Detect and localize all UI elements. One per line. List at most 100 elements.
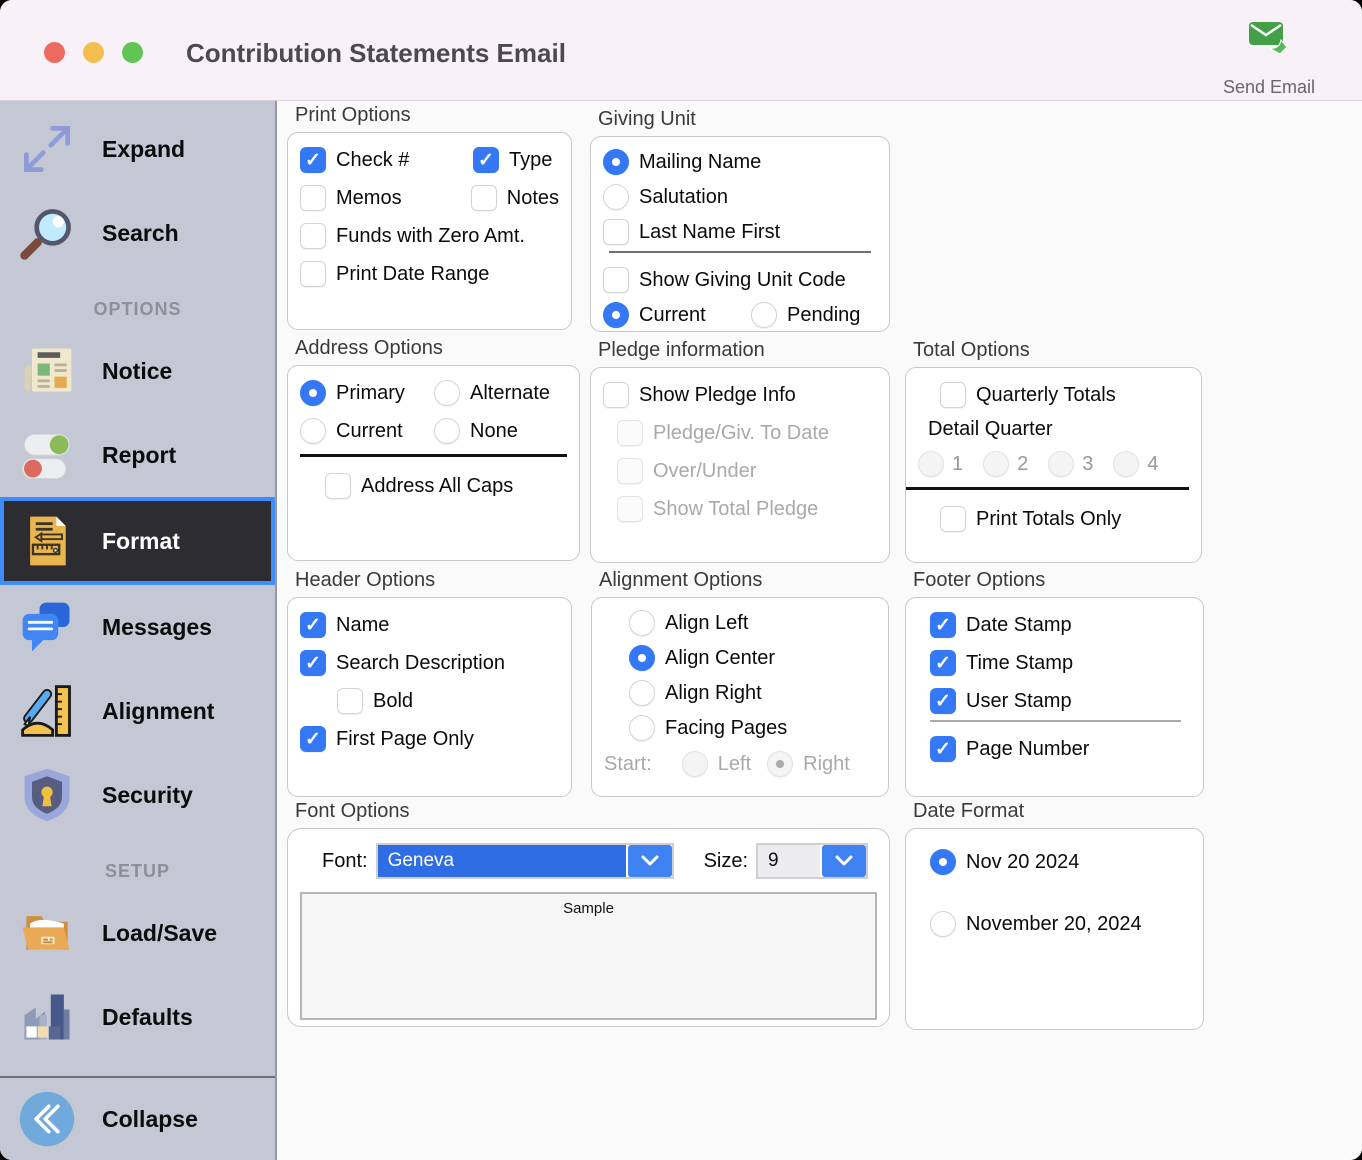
sidebar-item-format[interactable]: Format xyxy=(0,497,275,585)
checkbox-notes[interactable]: ✓ xyxy=(471,185,497,211)
checkbox-label: Funds with Zero Amt. xyxy=(336,225,525,248)
chevron-down-icon xyxy=(628,845,672,877)
sidebar-item-security[interactable]: Security xyxy=(0,753,275,837)
start-label: Start: xyxy=(604,753,652,776)
checkbox-user-stamp[interactable]: ✓ xyxy=(930,688,956,714)
checkbox-label: Type xyxy=(509,149,552,172)
radio-label: None xyxy=(470,420,518,443)
checkbox-date-stamp[interactable]: ✓ xyxy=(930,612,956,638)
radio-align-left[interactable] xyxy=(629,610,655,636)
checkbox-label: Show Pledge Info xyxy=(639,384,796,407)
panel-pledge-information: Pledge information ✓ Show Pledge Info ✓ … xyxy=(590,339,890,563)
sidebar-item-defaults[interactable]: Defaults xyxy=(0,975,275,1059)
radio-facing-pages[interactable] xyxy=(629,715,655,741)
checkbox-address-all-caps[interactable]: ✓ xyxy=(325,473,351,499)
sidebar-section-options: OPTIONS xyxy=(0,289,275,329)
drafting-tools-icon xyxy=(14,678,80,744)
radio-current-address[interactable] xyxy=(300,418,326,444)
sidebar-item-notice[interactable]: Notice xyxy=(0,329,275,413)
panel-giving-unit: Giving Unit Mailing Name Salutation ✓ La… xyxy=(590,108,890,332)
divider xyxy=(300,454,567,457)
zoom-window-button[interactable] xyxy=(122,42,143,63)
checkbox-check-num[interactable]: ✓ xyxy=(300,147,326,173)
radio-primary-address[interactable] xyxy=(300,380,326,406)
radio-label: Pending xyxy=(787,304,860,327)
checkbox-show-total-pledge[interactable]: ✓ xyxy=(617,496,643,522)
panel-footer-options: Footer Options ✓ Date Stamp ✓ Time Stamp… xyxy=(905,569,1204,797)
sidebar-item-label: Security xyxy=(102,782,193,809)
checkbox-pledge-giv-to-date[interactable]: ✓ xyxy=(617,420,643,446)
checkbox-last-name-first[interactable]: ✓ xyxy=(603,219,629,245)
checkbox-label: First Page Only xyxy=(336,728,474,751)
radio-label: Align Center xyxy=(665,647,775,670)
newspaper-icon xyxy=(14,338,80,404)
checkbox-label: Bold xyxy=(373,690,413,713)
panel-title: Pledge information xyxy=(598,339,890,362)
checkbox-show-giving-unit-code[interactable]: ✓ xyxy=(603,267,629,293)
checkbox-page-number[interactable]: ✓ xyxy=(930,736,956,762)
divider xyxy=(930,720,1181,722)
checkbox-label: Search Description xyxy=(336,652,505,675)
radio-current-unit[interactable] xyxy=(603,302,629,328)
sidebar-item-messages[interactable]: Messages xyxy=(0,585,275,669)
panel-address-options: Address Options Primary Alternate Cu xyxy=(287,337,580,561)
radio-start-right[interactable] xyxy=(767,751,793,777)
radio-mailing-name[interactable] xyxy=(603,149,629,175)
radio-label: Nov 20 2024 xyxy=(966,851,1079,874)
checkbox-memos[interactable]: ✓ xyxy=(300,185,326,211)
app-window: Contribution Statements Email Send Email xyxy=(0,0,1362,1160)
panel-header-options: Header Options ✓ Name ✓ Search Descripti… xyxy=(287,569,572,797)
radio-align-right[interactable] xyxy=(629,680,655,706)
minimize-window-button[interactable] xyxy=(83,42,104,63)
checkbox-label: Quarterly Totals xyxy=(976,384,1116,407)
checkbox-quarterly-totals[interactable]: ✓ xyxy=(940,382,966,408)
checkbox-show-pledge-info[interactable]: ✓ xyxy=(603,382,629,408)
sidebar-item-expand[interactable]: Expand xyxy=(0,107,275,191)
radio-label: November 20, 2024 xyxy=(966,913,1142,936)
radio-date-short[interactable] xyxy=(930,849,956,875)
checkbox-time-stamp[interactable]: ✓ xyxy=(930,650,956,676)
radio-align-center[interactable] xyxy=(629,645,655,671)
radio-label: 1 xyxy=(952,453,963,476)
sidebar-item-load-save[interactable]: Load/Save xyxy=(0,891,275,975)
close-window-button[interactable] xyxy=(44,42,65,63)
radio-label: Mailing Name xyxy=(639,151,761,174)
send-email-label: Send Email xyxy=(1223,77,1315,98)
checkbox-name[interactable]: ✓ xyxy=(300,612,326,638)
sidebar-collapse-button[interactable]: Collapse xyxy=(0,1078,275,1160)
checkbox-search-description[interactable]: ✓ xyxy=(300,650,326,676)
radio-quarter-2[interactable] xyxy=(983,451,1009,477)
radio-quarter-4[interactable] xyxy=(1113,451,1139,477)
panel-title: Alignment Options xyxy=(599,569,889,592)
panel-title: Header Options xyxy=(295,569,572,592)
checkbox-print-date-range[interactable]: ✓ xyxy=(300,261,326,287)
radio-date-long[interactable] xyxy=(930,911,956,937)
radio-quarter-1[interactable] xyxy=(918,451,944,477)
sidebar-item-alignment[interactable]: Alignment xyxy=(0,669,275,753)
font-select[interactable]: Geneva xyxy=(376,843,674,879)
checkbox-funds-zero[interactable]: ✓ xyxy=(300,223,326,249)
sidebar-item-search[interactable]: Search xyxy=(0,191,275,275)
checkbox-bold[interactable]: ✓ xyxy=(337,688,363,714)
radio-label: 2 xyxy=(1017,453,1028,476)
panel-title: Date Format xyxy=(913,800,1204,823)
radio-pending-unit[interactable] xyxy=(751,302,777,328)
checkbox-first-page-only[interactable]: ✓ xyxy=(300,726,326,752)
send-email-button[interactable]: Send Email xyxy=(1204,18,1334,98)
search-icon xyxy=(14,200,80,266)
sidebar-item-report[interactable]: Report xyxy=(0,413,275,497)
checkbox-label: Last Name First xyxy=(639,221,780,244)
checkbox-label: Notes xyxy=(507,187,559,210)
size-select[interactable]: 9 xyxy=(756,843,868,879)
checkbox-type[interactable]: ✓ xyxy=(473,147,499,173)
radio-none-address[interactable] xyxy=(434,418,460,444)
checkbox-over-under[interactable]: ✓ xyxy=(617,458,643,484)
checkbox-label: Print Totals Only xyxy=(976,508,1121,531)
radio-start-left[interactable] xyxy=(682,751,708,777)
radio-quarter-3[interactable] xyxy=(1048,451,1074,477)
checkbox-label: Over/Under xyxy=(653,460,756,483)
radio-salutation[interactable] xyxy=(603,184,629,210)
radio-label: Current xyxy=(336,420,403,443)
radio-alternate-address[interactable] xyxy=(434,380,460,406)
checkbox-print-totals-only[interactable]: ✓ xyxy=(940,506,966,532)
